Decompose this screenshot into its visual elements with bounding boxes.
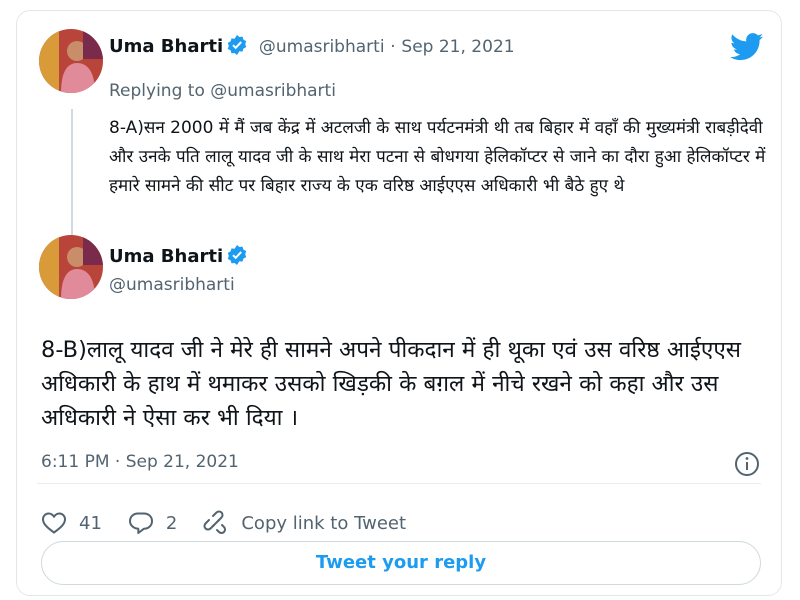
reply-count: 2	[165, 512, 178, 534]
reply-bubble-icon	[128, 512, 153, 534]
link-icon	[203, 510, 227, 535]
verified-badge-icon	[227, 245, 247, 270]
author-handle[interactable]: @umasribharti	[109, 275, 235, 295]
twitter-bird-icon[interactable]	[730, 33, 764, 61]
thread-connector-line	[71, 109, 73, 235]
tweet-timestamp[interactable]: 6:11 PM · Sep 21, 2021	[41, 452, 239, 472]
tweet-embed-card: Uma Bharti @umasribharti · Sep 21, 2021 …	[16, 10, 782, 596]
heart-icon	[41, 512, 67, 534]
action-bar: 41 2 Copy link to Tweet	[41, 508, 432, 538]
first-tweet-text: 8-A)सन 2000 में मैं जब केंद्र में अटलजी …	[109, 118, 766, 196]
author-name[interactable]: Uma Bharti	[109, 36, 223, 57]
divider	[37, 483, 761, 484]
dot-separator: ·	[390, 37, 396, 57]
like-count: 41	[79, 512, 102, 534]
tweet-your-reply-button[interactable]: Tweet your reply	[41, 541, 761, 585]
verified-badge-icon	[227, 35, 247, 60]
replying-to-label: Replying to	[109, 81, 205, 101]
copy-link-label: Copy link to Tweet	[241, 512, 407, 534]
tweet-date[interactable]: Sep 21, 2021	[401, 37, 514, 57]
replying-to: Replying to @umasribharti	[109, 81, 336, 101]
avatar[interactable]	[39, 235, 103, 299]
info-icon[interactable]	[734, 451, 760, 477]
first-tweet-header: Uma Bharti @umasribharti · Sep 21, 2021	[109, 35, 515, 60]
replying-to-handle[interactable]: @umasribharti	[210, 81, 336, 101]
like-button[interactable]: 41	[41, 511, 102, 535]
avatar[interactable]	[39, 29, 103, 93]
author-name[interactable]: Uma Bharti	[109, 246, 223, 267]
copy-link-button[interactable]: Copy link to Tweet	[203, 510, 406, 536]
reply-button[interactable]: 2	[128, 511, 177, 535]
main-tweet-author-name: Uma Bharti	[109, 245, 247, 270]
author-handle[interactable]: @umasribharti	[259, 37, 385, 57]
main-tweet-text: 8-B)लालू यादव जी ने मेरे ही सामने अपने प…	[41, 337, 741, 431]
